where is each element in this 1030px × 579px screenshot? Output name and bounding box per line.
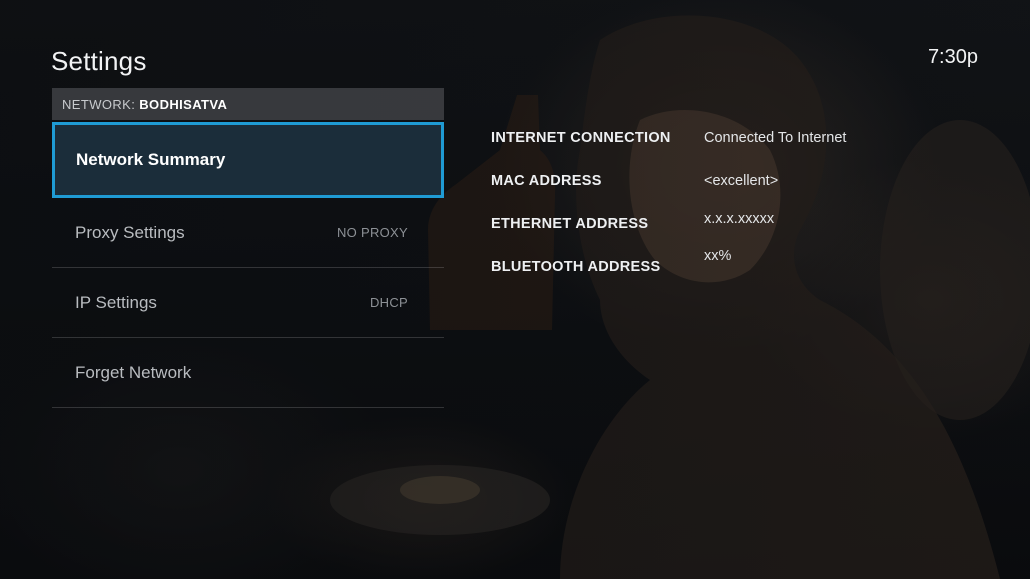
menu-item-value: NO PROXY — [336, 225, 408, 240]
menu-item-label: IP Settings — [75, 292, 157, 312]
menu-item-proxy-settings[interactable]: Proxy Settings NO PROXY — [52, 198, 444, 268]
summary-key: ETHERNET ADDRESS — [491, 216, 649, 232]
menu-item-value: DHCP — [369, 295, 408, 310]
menu-item-forget-network[interactable]: Forget Network — [52, 338, 444, 408]
network-label: NETWORK: — [62, 96, 136, 112]
menu-item-network-summary[interactable]: Network Summary — [52, 122, 444, 198]
menu-item-label: Forget Network — [75, 362, 192, 382]
clock: 7:30p — [927, 46, 978, 68]
menu-item-ip-settings[interactable]: IP Settings DHCP — [52, 268, 444, 338]
network-name: BODHISATVA — [139, 96, 228, 112]
summary-value: x.x.x.xxxxx — [704, 211, 775, 227]
summary-key: INTERNET CONNECTION — [491, 130, 671, 146]
summary-value: <excellent> — [704, 173, 779, 189]
menu-item-label: Network Summary — [76, 150, 226, 169]
menu-item-label: Proxy Settings — [75, 222, 185, 242]
page-title: Settings — [51, 46, 147, 76]
settings-screen: Settings 7:30p NETWORK: BODHISATVA Netwo… — [0, 0, 1030, 579]
summary-value: xx% — [704, 248, 732, 264]
summary-key: BLUETOOTH ADDRESS — [491, 259, 661, 275]
summary-key: MAC ADDRESS — [491, 173, 602, 189]
network-name-header: NETWORK: BODHISATVA — [52, 88, 444, 120]
network-settings-menu: Network Summary Proxy Settings NO PROXY … — [52, 122, 444, 408]
summary-value: Connected To Internet — [704, 130, 847, 146]
